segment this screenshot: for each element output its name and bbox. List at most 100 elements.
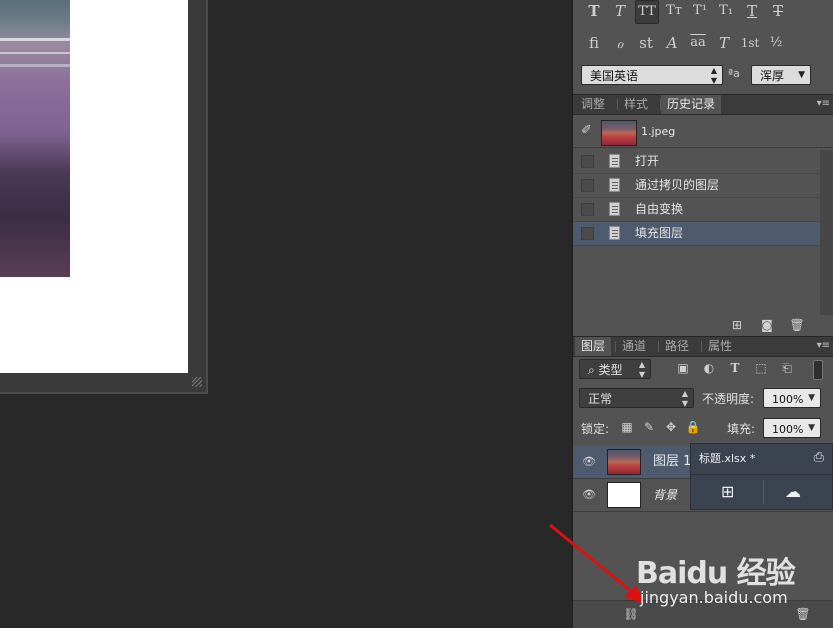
fill-field[interactable]: 100% ▼: [763, 418, 821, 438]
history-panel-tabs: 调整 样式 历史记录 ▾≡: [573, 94, 833, 115]
search-icon: ⌕: [588, 363, 599, 377]
subscript-button[interactable]: T₁: [715, 0, 737, 22]
all-caps-button[interactable]: TT: [635, 0, 659, 24]
eye-icon[interactable]: 👁: [581, 489, 597, 501]
stylistic-alternates-button[interactable]: aa: [687, 32, 709, 54]
history-item-label: 打开: [635, 154, 660, 168]
layer-filter-buttons: ▣ ◐ T ⬚ ⎗: [675, 361, 795, 375]
history-snapshot[interactable]: ✐ 1.jpeg: [573, 117, 833, 148]
layer-filter-select[interactable]: ⌕ 类型 ▲ ▼: [579, 359, 651, 379]
opentype-buttons: fi ℴ st A aa T 1st ½: [583, 32, 823, 56]
trash-icon[interactable]: 🗑: [789, 318, 805, 332]
cloud-sync-icon[interactable]: ☁: [785, 482, 801, 501]
new-file-icon[interactable]: ⊞: [721, 482, 734, 501]
tab-history[interactable]: 历史记录: [661, 95, 722, 114]
history-scrollbar[interactable]: [820, 150, 833, 315]
faux-bold-button[interactable]: T: [583, 0, 605, 22]
fill-label: 填充:: [727, 422, 756, 436]
small-caps-button[interactable]: Tт: [663, 0, 685, 22]
type-style-buttons: T T TT Tт T¹ T₁ T T: [583, 0, 823, 24]
history-source-checkbox[interactable]: [581, 203, 594, 216]
lock-transparent-pixels-icon[interactable]: ▦: [619, 420, 635, 434]
adjustment-layer-filter-icon[interactable]: ◐: [701, 361, 717, 375]
history-item[interactable]: 通过拷贝的图层: [573, 174, 820, 198]
history-item[interactable]: 自由变换: [573, 198, 820, 222]
document-canvas[interactable]: [0, 0, 188, 373]
tab-channels[interactable]: 通道: [616, 337, 652, 356]
history-source-checkbox[interactable]: [581, 179, 594, 192]
type-layer-filter-icon[interactable]: T: [727, 361, 743, 375]
opacity-field[interactable]: 100% ▼: [763, 388, 821, 408]
shape-layer-filter-icon[interactable]: ⬚: [753, 361, 769, 375]
smart-object-filter-icon[interactable]: ⎗: [779, 361, 795, 375]
lock-buttons: ▦ ✎ ✥ 🔒: [619, 420, 701, 434]
antialias-select-value: 浑厚: [760, 69, 785, 83]
history-footer: ⊞ ◙ 🗑: [729, 318, 805, 332]
layer-name[interactable]: 背景: [653, 479, 677, 511]
layer-filter-value: 类型: [598, 363, 623, 377]
tab-adjustments[interactable]: 调整: [575, 95, 611, 114]
popup-title: 标题.xlsx *: [699, 452, 756, 465]
antialias-label: ªa: [728, 67, 740, 80]
layer-name[interactable]: 图层 1: [653, 446, 691, 478]
layers-panel-tabs: 图层 通道 路径 属性 ▾≡: [573, 336, 833, 357]
language-select-value: 美国英语: [590, 69, 639, 83]
pixel-layer-filter-icon[interactable]: ▣: [675, 361, 691, 375]
swash-button[interactable]: A: [661, 32, 683, 54]
photo-detail: [0, 64, 70, 67]
new-document-from-state-icon[interactable]: ⊞: [729, 318, 745, 332]
history-source-checkbox[interactable]: [581, 227, 594, 240]
snapshot-thumbnail: [601, 120, 637, 146]
fractions-button[interactable]: ½: [765, 32, 787, 54]
ordinals-button[interactable]: 1st: [739, 32, 761, 54]
ligature-button[interactable]: fi: [583, 32, 605, 54]
select-arrows-icon: ▲ ▼: [681, 389, 688, 408]
history-item-label: 自由变换: [635, 202, 684, 216]
superscript-button[interactable]: T¹: [689, 0, 711, 22]
alternate-ligature-button[interactable]: ℴ: [609, 32, 631, 54]
language-select[interactable]: 美国英语 ▲ ▼: [581, 65, 723, 85]
tab-paths[interactable]: 路径: [659, 337, 695, 356]
history-item-label: 通过拷贝的图层: [635, 178, 720, 192]
history-state-icon: [609, 202, 620, 216]
tab-properties[interactable]: 属性: [702, 337, 738, 356]
tab-layers[interactable]: 图层: [575, 337, 612, 356]
layer-thumbnail: [607, 449, 641, 475]
panel-menu-icon[interactable]: ▾≡: [817, 98, 830, 109]
strikethrough-button[interactable]: T: [767, 0, 789, 22]
faux-italic-button[interactable]: T: [609, 0, 631, 22]
resize-grip-icon[interactable]: [192, 377, 202, 387]
save-status-icon[interactable]: ⎙: [814, 450, 824, 465]
document-window[interactable]: [0, 0, 208, 394]
photo-detail: [0, 38, 70, 41]
titling-alternates-button[interactable]: T: [713, 32, 735, 54]
antialias-select[interactable]: 浑厚 ▼: [751, 65, 811, 85]
lock-all-icon[interactable]: 🔒: [685, 420, 701, 434]
camera-icon[interactable]: ◙: [759, 318, 775, 332]
blend-mode-select[interactable]: 正常 ▲ ▼: [579, 388, 694, 408]
history-state-icon: [609, 178, 620, 192]
lock-image-pixels-icon[interactable]: ✎: [641, 420, 657, 434]
history-source-checkbox[interactable]: [581, 155, 594, 168]
canvas-area[interactable]: [0, 0, 572, 627]
history-item-selected[interactable]: 填充图层: [573, 222, 820, 246]
snapshot-name: 1.jpeg: [641, 125, 676, 138]
document-photo-layer: [0, 0, 70, 277]
history-item[interactable]: 打开: [573, 150, 820, 174]
arrow-shaft: [549, 523, 637, 597]
file-tooltip-popup[interactable]: 标题.xlsx * ⎙ ⊞ ☁: [690, 443, 833, 510]
history-state-icon: [609, 226, 620, 240]
tab-styles[interactable]: 样式: [618, 95, 654, 114]
history-brush-icon[interactable]: ✐: [581, 123, 592, 138]
lock-position-icon[interactable]: ✥: [663, 420, 679, 434]
lock-label: 锁定:: [581, 422, 610, 436]
panel-menu-icon[interactable]: ▾≡: [817, 340, 830, 351]
eye-icon[interactable]: 👁: [581, 456, 597, 468]
opacity-value: 100%: [772, 393, 804, 406]
old-style-button[interactable]: st: [635, 32, 657, 54]
popup-divider: [763, 480, 764, 504]
underline-button[interactable]: T: [741, 0, 763, 22]
watermark-url: jingyan.baidu.com: [640, 588, 788, 607]
fill-value: 100%: [772, 423, 804, 436]
filter-toggle-switch[interactable]: [813, 360, 823, 380]
